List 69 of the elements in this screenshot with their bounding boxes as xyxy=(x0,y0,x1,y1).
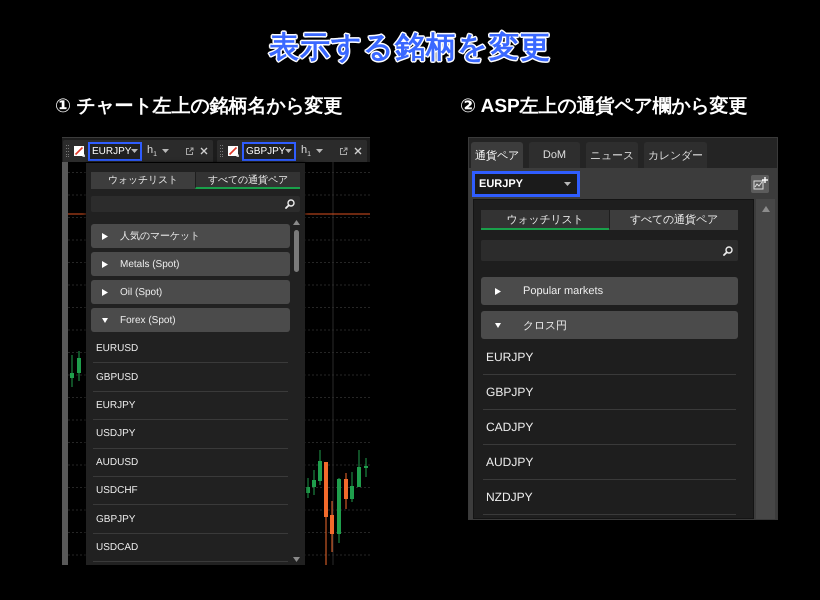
external-link-icon[interactable] xyxy=(185,146,194,156)
search-icon xyxy=(723,246,733,256)
timeframe-dropdown[interactable]: h$_{1}$ xyxy=(147,144,170,158)
chart-tab[interactable]: EURJPY h$_{1}$ xyxy=(63,140,213,162)
section-heading: ② ASP左上の通貨ペア欄から変更 xyxy=(460,95,748,119)
candlestick xyxy=(364,458,368,478)
scrollbar-thumb[interactable] xyxy=(294,230,299,272)
category-row[interactable]: クロス円 xyxy=(481,311,738,339)
category-row[interactable]: 人気のマーケット xyxy=(91,224,290,248)
picker-tab[interactable]: ウォッチリスト xyxy=(91,172,195,189)
symbol-list-item[interactable]: CADJPY xyxy=(483,410,736,445)
symbol-dropdown[interactable]: GBPJPY xyxy=(242,142,296,160)
candlestick xyxy=(357,450,361,488)
caret-down-icon xyxy=(316,149,324,153)
scrollbar[interactable] xyxy=(756,199,775,519)
candlestick xyxy=(318,450,322,486)
caret-down-icon xyxy=(131,149,138,153)
candlestick xyxy=(312,470,316,496)
picker-tab[interactable]: すべての通貨ペア xyxy=(609,210,738,230)
category-row[interactable]: Forex (Spot) xyxy=(91,308,290,332)
search-icon xyxy=(285,199,295,209)
symbol-list-item[interactable]: EURJPY xyxy=(93,392,288,420)
add-chart-icon[interactable] xyxy=(751,174,769,192)
candlestick xyxy=(337,478,341,544)
symbol-list-item[interactable]: GBPJPY xyxy=(93,505,288,534)
symbol-dropdown[interactable]: EURJPY xyxy=(88,142,142,160)
picker-tab[interactable]: ウォッチリスト xyxy=(481,210,609,230)
symbol-list-item[interactable]: NZDJPY xyxy=(483,480,736,515)
candlestick xyxy=(77,350,81,382)
symbol-list-item[interactable]: AUDJPY xyxy=(483,445,736,480)
category-row[interactable]: Metals (Spot) xyxy=(91,252,290,276)
scroll-down-arrow-icon[interactable] xyxy=(293,557,300,562)
panel-tab[interactable]: DoM xyxy=(529,142,580,168)
caret-down-icon xyxy=(162,149,170,153)
close-icon[interactable] xyxy=(354,147,362,155)
caret-down-icon xyxy=(564,182,571,186)
external-link-icon[interactable] xyxy=(339,146,348,156)
symbol-list-item[interactable]: GBPUSD xyxy=(93,363,288,392)
candlestick xyxy=(306,478,310,498)
section-heading: ① チャート左上の銘柄名から変更 xyxy=(55,95,342,119)
category-row[interactable]: Oil (Spot) xyxy=(91,280,290,304)
symbol-list-item[interactable]: USDCHF xyxy=(93,476,288,506)
panel-tab[interactable]: カレンダー xyxy=(644,142,707,168)
page-title: 表示する銘柄を変更 xyxy=(269,30,551,66)
line-chart-icon[interactable] xyxy=(74,146,85,156)
panel-tab[interactable]: ニュース xyxy=(586,142,638,168)
caret-down-icon xyxy=(285,149,292,153)
candlestick xyxy=(344,472,348,510)
candlestick xyxy=(330,500,334,552)
line-chart-icon[interactable] xyxy=(228,146,239,156)
search-field[interactable] xyxy=(481,240,738,261)
panel-tab[interactable]: 通貨ペア xyxy=(471,142,523,168)
scroll-up-arrow-icon[interactable] xyxy=(762,206,770,212)
symbol-list-item[interactable]: GBPJPY xyxy=(483,375,736,410)
search-field[interactable] xyxy=(91,196,300,212)
symbol-dropdown[interactable]: EURJPY xyxy=(472,170,580,196)
symbol-list-item[interactable]: USDJPY xyxy=(93,420,288,449)
picker-tab[interactable]: すべての通貨ペア xyxy=(195,172,300,189)
chart-tab[interactable]: GBPJPY h$_{1}$ xyxy=(217,140,367,162)
scroll-up-arrow-icon[interactable] xyxy=(293,220,300,225)
timeframe-dropdown[interactable]: h$_{1}$ xyxy=(301,144,324,158)
close-icon[interactable] xyxy=(200,147,208,155)
symbol-list-item[interactable]: USDCAD xyxy=(93,534,288,562)
symbol-list-item[interactable]: AUDUSD xyxy=(93,448,288,477)
candlestick xyxy=(70,354,74,388)
symbol-list-item[interactable]: EURUSD xyxy=(93,335,288,364)
symbol-list-item[interactable]: EURJPY xyxy=(483,340,736,375)
candlestick xyxy=(350,472,354,502)
category-row[interactable]: Popular markets xyxy=(481,277,738,305)
